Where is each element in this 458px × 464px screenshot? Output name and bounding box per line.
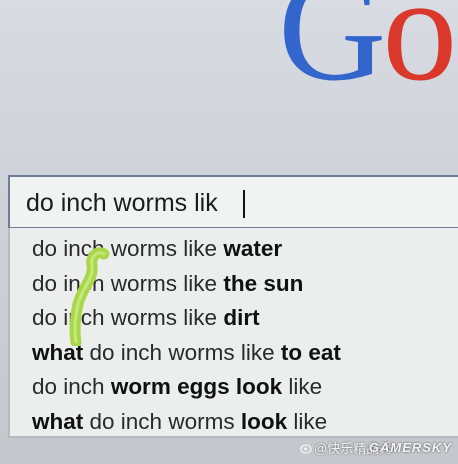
suggestion-text: do inch — [32, 374, 111, 399]
search-box[interactable] — [8, 175, 458, 229]
suggestion-bold-text: water — [223, 236, 283, 261]
inchworm-photo — [69, 247, 110, 346]
suggestion-text: like — [287, 408, 328, 434]
logo-letter-g: G — [278, 0, 386, 112]
suggestion-bold-text: dirt — [223, 305, 260, 330]
weibo-icon — [300, 444, 312, 454]
suggestion-bold-text: look — [240, 408, 288, 434]
gamersky-watermark: GAMERSKY — [368, 440, 452, 455]
suggestion-item[interactable]: do inch worm eggs look like — [10, 370, 458, 405]
suggestion-text: do inch worms — [83, 408, 241, 434]
text-cursor — [243, 190, 245, 218]
suggestion-text: like — [282, 374, 323, 399]
suggestion-item[interactable]: what do inch worms look like — [10, 405, 458, 440]
suggestion-bold-text: worm eggs look — [110, 374, 283, 399]
google-logo: Go — [278, 0, 457, 112]
search-input[interactable] — [26, 188, 426, 218]
suggestion-bold-text: what — [32, 408, 84, 434]
logo-letter-o: o — [382, 0, 457, 112]
suggestion-bold-text: to eat — [280, 339, 341, 365]
suggestion-bold-text: the sun — [223, 270, 304, 296]
